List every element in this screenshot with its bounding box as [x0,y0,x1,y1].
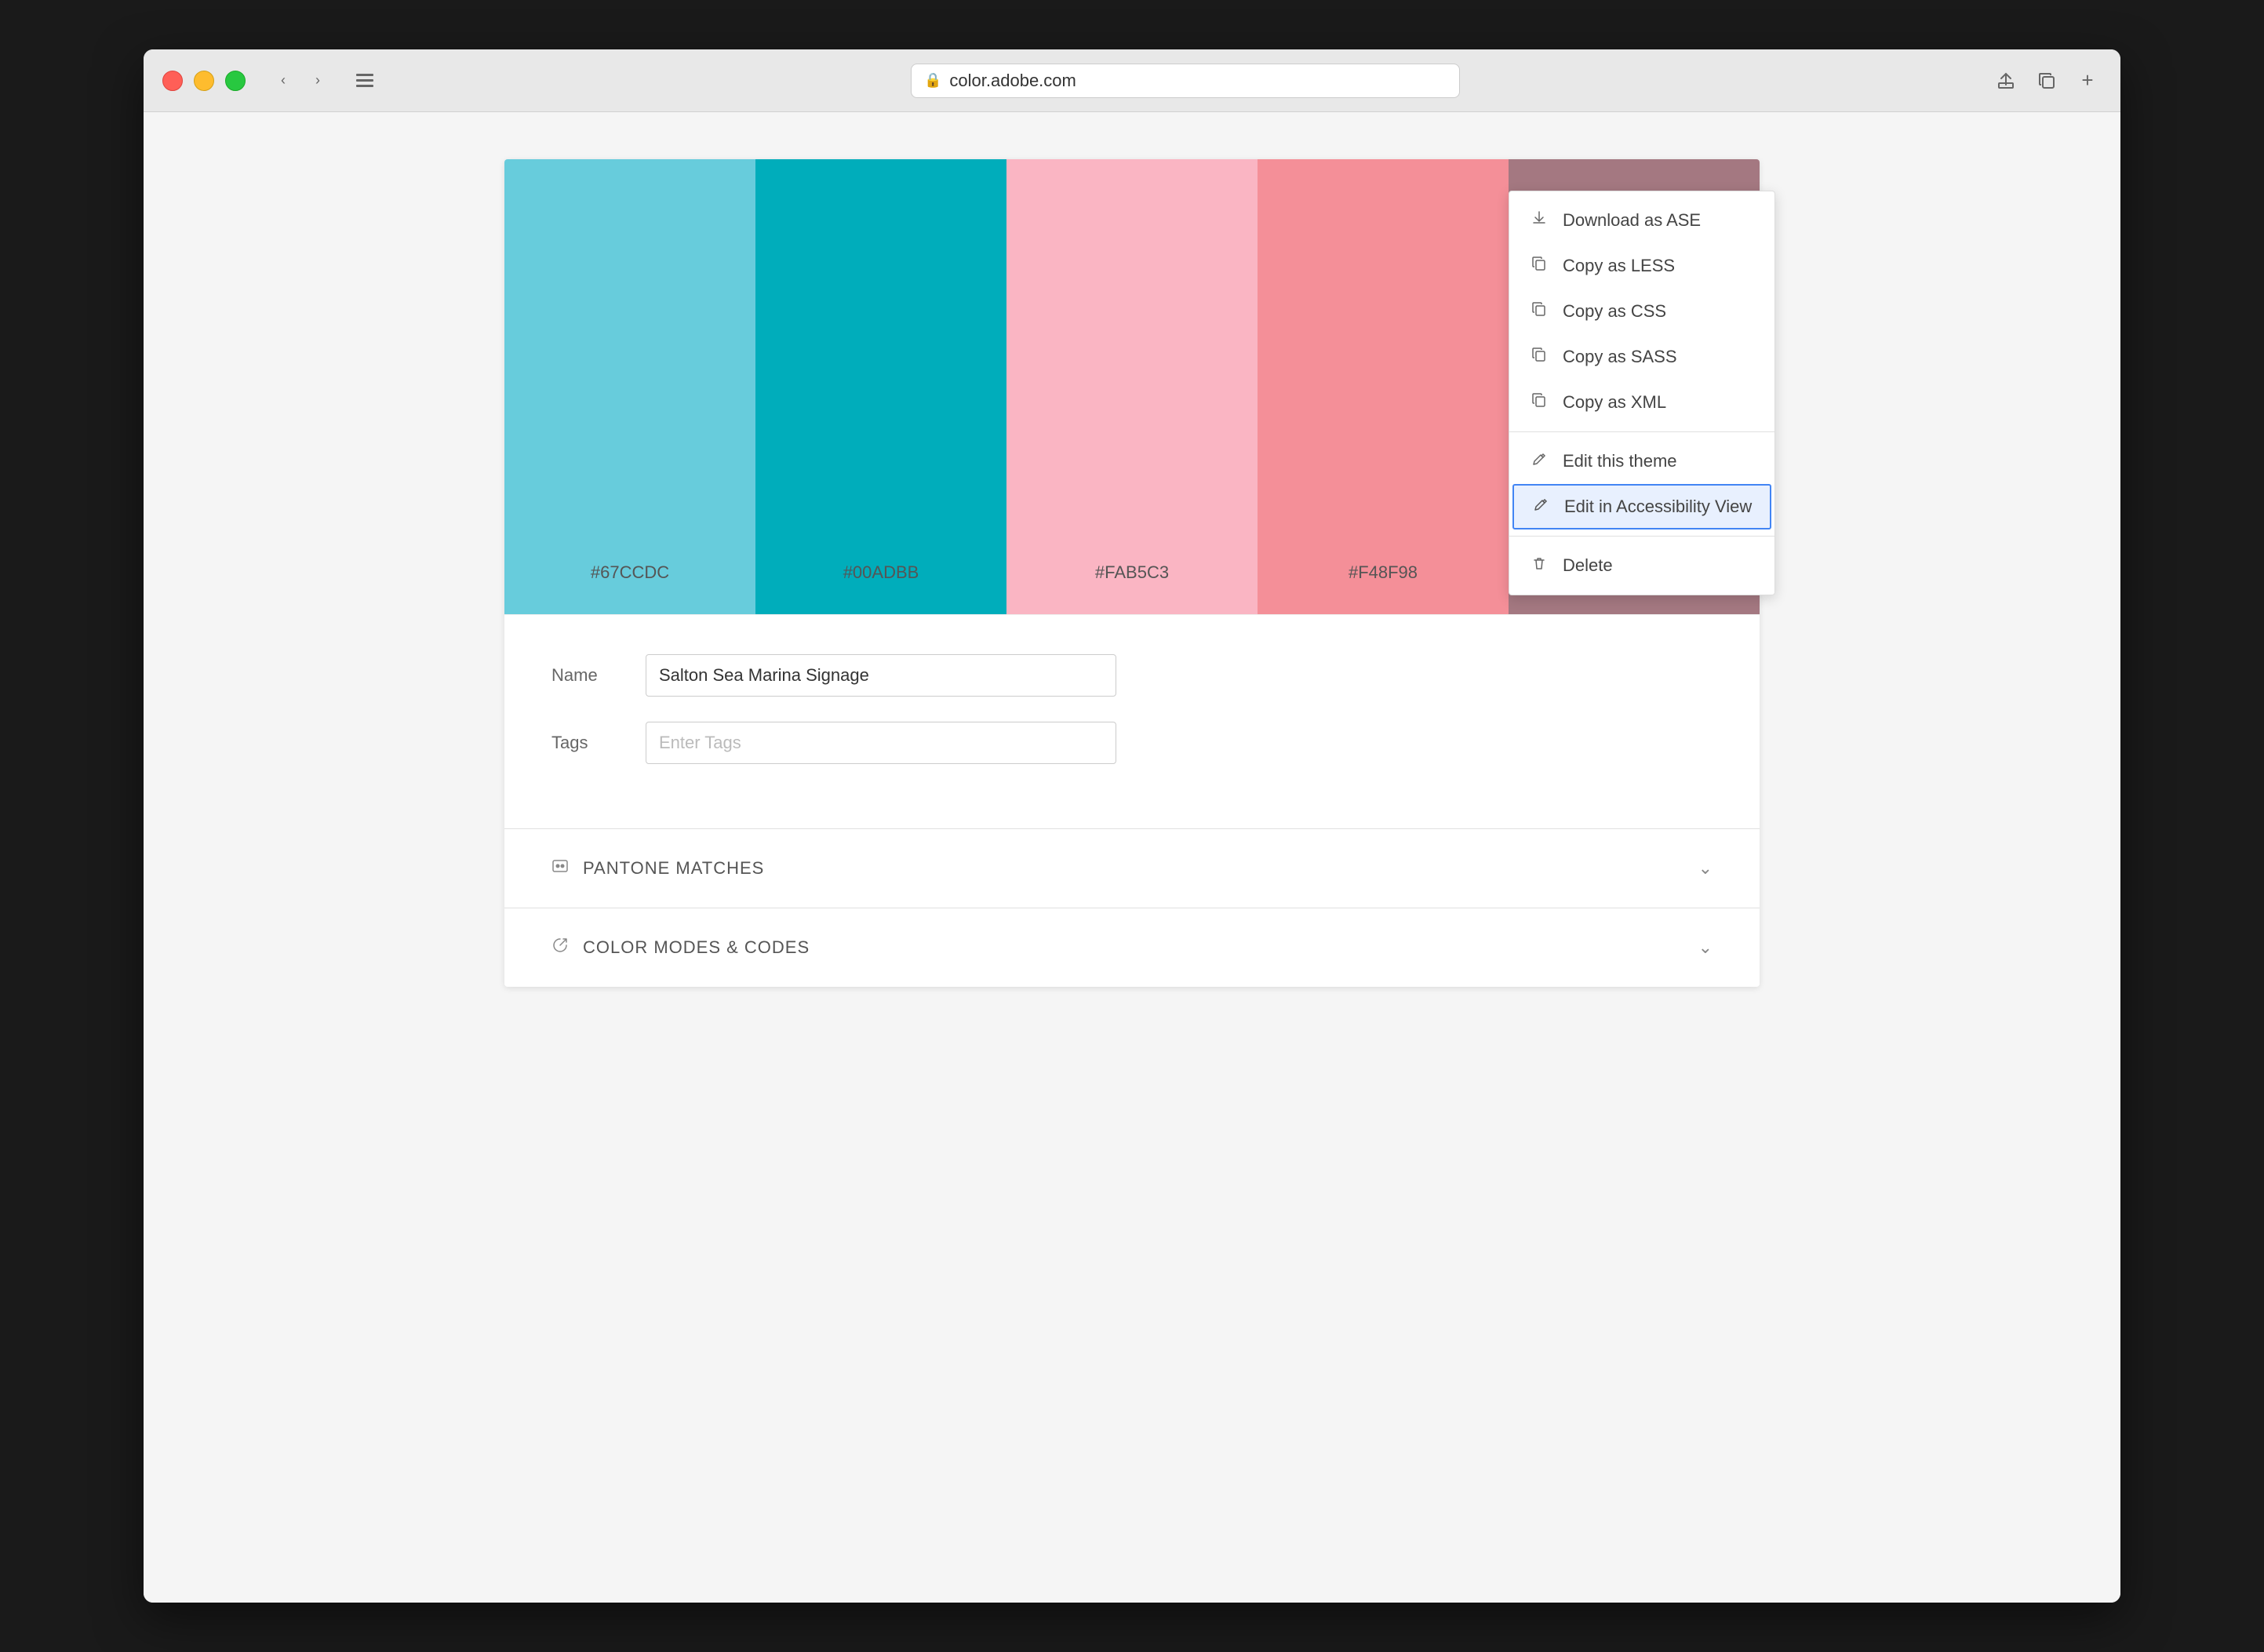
address-bar-container: 🔒 color.adobe.com [395,64,1976,98]
swatch-4[interactable]: #F48F98 [1258,159,1509,614]
edit-accessibility-label: Edit in Accessibility View [1564,497,1752,517]
color-modes-accordion-left: COLOR MODES & CODES [551,937,810,959]
color-modes-chevron: ⌄ [1698,937,1713,958]
trash-icon [1528,555,1550,576]
share-button[interactable] [1992,67,2020,95]
menu-divider-1 [1509,431,1774,432]
swatches-wrapper: #67CCDC #00ADBB #FAB5C3 #F48F98 #A47881 [504,159,1760,614]
copy-less-label: Copy as LESS [1563,256,1675,276]
sidebar-button[interactable] [351,67,379,95]
copy-xml-item[interactable]: Copy as XML [1509,380,1774,425]
maximize-button[interactable] [225,71,246,91]
back-button[interactable]: ‹ [269,67,297,95]
pantone-accordion[interactable]: PANTONE MATCHES ⌄ [504,828,1760,908]
url-text: color.adobe.com [949,71,1076,91]
edit-theme-icon [1528,451,1550,471]
delete-item[interactable]: Delete [1509,543,1774,588]
tags-input[interactable] [646,722,1116,764]
copy-icon-less [1528,256,1550,276]
color-modes-icon [551,937,569,959]
address-bar[interactable]: 🔒 color.adobe.com [911,64,1460,98]
edit-accessibility-item[interactable]: Edit in Accessibility View [1512,484,1771,529]
forward-button[interactable]: › [304,67,332,95]
color-modes-accordion[interactable]: COLOR MODES & CODES ⌄ [504,908,1760,987]
name-input[interactable] [646,654,1116,697]
pantone-label: PANTONE MATCHES [583,858,764,879]
edit-theme-label: Edit this theme [1563,451,1677,471]
copy-icon-css [1528,301,1550,322]
copy-icon-xml [1528,392,1550,413]
new-tab-button[interactable]: + [2073,67,2102,95]
swatch-label-1: #67CCDC [591,562,669,583]
swatch-1[interactable]: #67CCDC [504,159,755,614]
page-content: ✕ #67CCDC #00ADBB #FAB5C3 #F48F98 [144,112,2120,1603]
copy-icon-sass [1528,347,1550,367]
pantone-chevron: ⌄ [1698,858,1713,879]
minimize-button[interactable] [194,71,214,91]
info-section: Name Tags [504,614,1760,828]
pantone-accordion-left: PANTONE MATCHES [551,857,764,879]
copy-less-item[interactable]: Copy as LESS [1509,243,1774,289]
close-button[interactable] [162,71,183,91]
copy-sass-item[interactable]: Copy as SASS [1509,334,1774,380]
swatch-3[interactable]: #FAB5C3 [1006,159,1258,614]
copy-sass-label: Copy as SASS [1563,347,1677,367]
swatch-label-4: #F48F98 [1349,562,1418,583]
copy-css-item[interactable]: Copy as CSS [1509,289,1774,334]
color-modes-label: COLOR MODES & CODES [583,937,810,958]
context-menu: Download as ASE Copy as LESS [1509,191,1775,595]
toolbar-right: + [1992,67,2102,95]
tags-label: Tags [551,733,646,753]
main-card: ✕ #67CCDC #00ADBB #FAB5C3 #F48F98 [504,159,1760,987]
name-row: Name [551,654,1713,697]
swatch-label-3: #FAB5C3 [1095,562,1169,583]
title-bar: ‹ › 🔒 color.adobe.com [144,49,2120,112]
lock-icon: 🔒 [924,72,941,89]
tags-row: Tags [551,722,1713,764]
swatch-2[interactable]: #00ADBB [755,159,1006,614]
copy-xml-label: Copy as XML [1563,392,1666,413]
delete-label: Delete [1563,555,1613,576]
copy-css-label: Copy as CSS [1563,301,1666,322]
browser-window: ‹ › 🔒 color.adobe.com [144,49,2120,1603]
name-label: Name [551,665,646,686]
edit-theme-item[interactable]: Edit this theme [1509,438,1774,484]
menu-divider-2 [1509,536,1774,537]
accessibility-icon [1530,497,1552,517]
download-ase-label: Download as ASE [1563,210,1701,231]
pantone-icon [551,857,569,879]
swatch-label-2: #00ADBB [843,562,919,583]
duplicate-button[interactable] [2033,67,2061,95]
nav-buttons: ‹ › [269,67,332,95]
download-ase-item[interactable]: Download as ASE [1509,198,1774,243]
download-icon [1528,210,1550,231]
traffic-lights [162,71,246,91]
